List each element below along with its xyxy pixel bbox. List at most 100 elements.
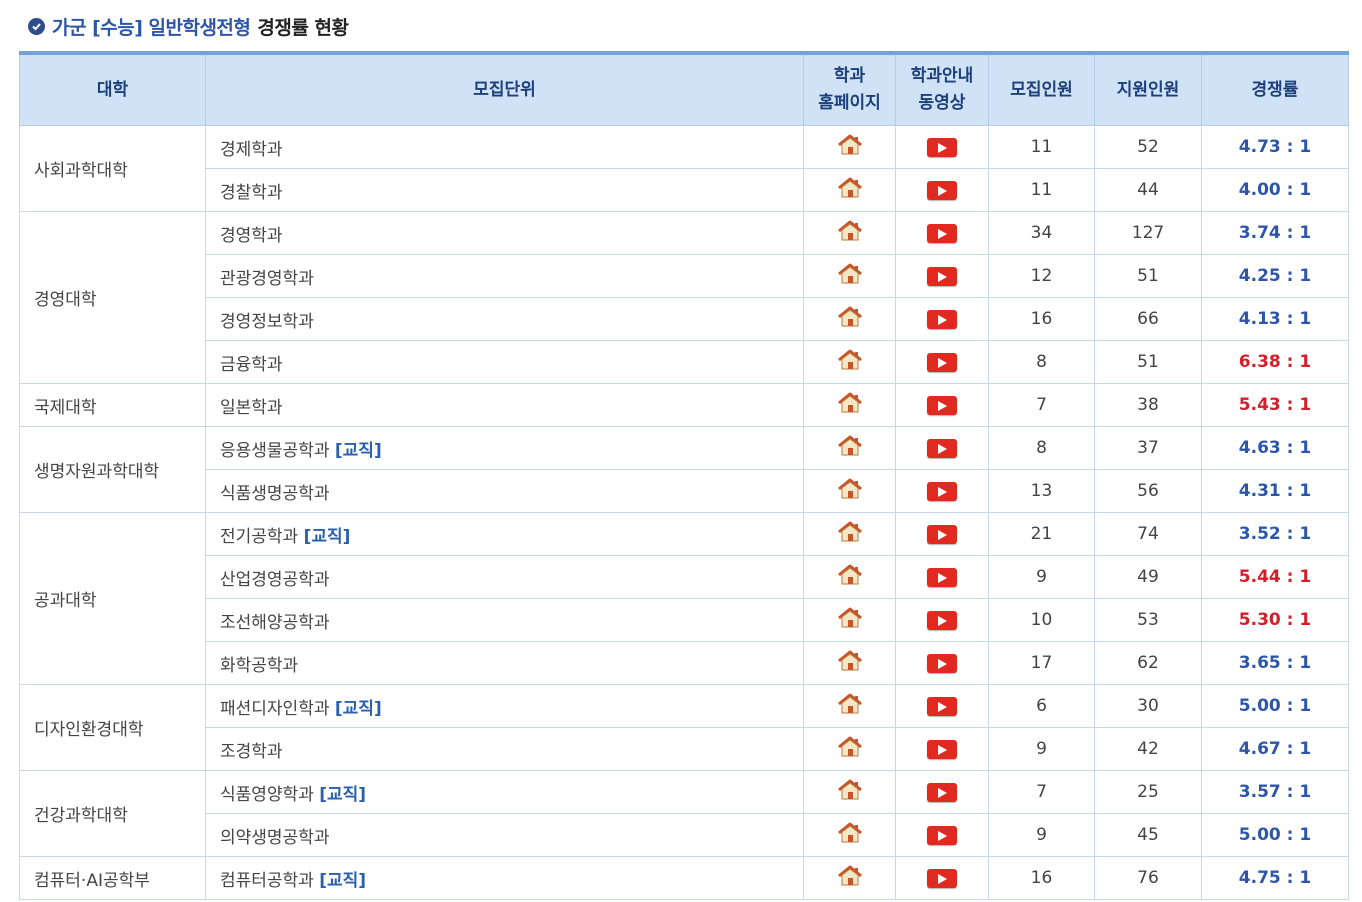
table-row: 사회과학대학 경제학과 11 52 4.73 : 1 bbox=[19, 125, 1349, 212]
teaching-tag: [교직] bbox=[334, 440, 382, 461]
quota-cell: 12 bbox=[988, 254, 1095, 298]
unit-cell: 조경학과 bbox=[205, 727, 804, 771]
homepage-cell bbox=[803, 813, 896, 857]
teaching-tag: [교직] bbox=[319, 870, 367, 891]
home-icon[interactable] bbox=[837, 564, 863, 591]
home-icon[interactable] bbox=[837, 134, 863, 161]
header-video-line1: 학과안내 bbox=[910, 66, 974, 86]
table-row: 생명자원과학대학 응용생물공학과 [교직] 8 37 4.63 : 1 bbox=[19, 426, 1349, 513]
applicants-cell: 62 bbox=[1094, 641, 1202, 685]
home-icon[interactable] bbox=[837, 306, 863, 333]
unit-name: 경영학과 bbox=[220, 225, 283, 246]
teaching-tag: [교직] bbox=[334, 698, 382, 719]
rate-cell: 4.73 : 1 bbox=[1201, 125, 1349, 169]
home-icon[interactable] bbox=[837, 521, 863, 548]
video-play-icon[interactable] bbox=[927, 137, 957, 157]
table-row: 의약생명공학과 9 45 5.00 : 1 bbox=[20, 813, 1349, 857]
homepage-cell bbox=[803, 856, 896, 900]
video-cell bbox=[895, 426, 989, 470]
homepage-cell bbox=[803, 297, 896, 341]
home-icon[interactable] bbox=[837, 607, 863, 634]
college-cell: 공과대학 bbox=[19, 512, 206, 685]
video-play-icon[interactable] bbox=[927, 567, 957, 587]
video-play-icon[interactable] bbox=[927, 180, 957, 200]
table-row: 경영대학 경영학과 34 127 3.74 : 1 bbox=[19, 211, 1349, 384]
quota-cell: 8 bbox=[988, 426, 1095, 470]
unit-cell: 관광경영학과 bbox=[205, 254, 804, 298]
home-icon[interactable] bbox=[837, 822, 863, 849]
homepage-cell bbox=[803, 383, 896, 427]
video-play-icon[interactable] bbox=[927, 696, 957, 716]
rate-cell: 4.00 : 1 bbox=[1201, 168, 1349, 212]
applicants-cell: 76 bbox=[1094, 856, 1202, 900]
unit-name: 일본학과 bbox=[220, 397, 283, 418]
applicants-cell: 52 bbox=[1094, 125, 1202, 169]
title-suffix: 경쟁률 현황 bbox=[257, 16, 349, 39]
homepage-cell bbox=[803, 168, 896, 212]
header-rate: 경쟁률 bbox=[1201, 52, 1349, 126]
video-play-icon[interactable] bbox=[927, 223, 957, 243]
unit-name: 의약생명공학과 bbox=[220, 827, 330, 848]
quota-cell: 11 bbox=[988, 125, 1095, 169]
home-icon[interactable] bbox=[837, 478, 863, 505]
table-row: 경영정보학과 16 66 4.13 : 1 bbox=[20, 297, 1349, 341]
home-icon[interactable] bbox=[837, 435, 863, 462]
rate-cell: 6.38 : 1 bbox=[1201, 340, 1349, 384]
unit-name: 응용생물공학과 bbox=[220, 440, 330, 461]
video-cell bbox=[895, 770, 989, 814]
video-play-icon[interactable] bbox=[927, 395, 957, 415]
check-circle-icon bbox=[28, 17, 45, 35]
teaching-tag: [교직] bbox=[303, 526, 351, 547]
quota-cell: 9 bbox=[988, 727, 1095, 771]
video-play-icon[interactable] bbox=[927, 524, 957, 544]
video-play-icon[interactable] bbox=[927, 309, 957, 329]
college-cell: 경영대학 bbox=[19, 211, 206, 384]
unit-cell: 금융학과 bbox=[205, 340, 804, 384]
unit-name: 패션디자인학과 bbox=[220, 698, 330, 719]
table-row: 조경학과 9 42 4.67 : 1 bbox=[20, 727, 1349, 771]
home-icon[interactable] bbox=[837, 349, 863, 376]
homepage-cell bbox=[803, 512, 896, 556]
home-icon[interactable] bbox=[837, 736, 863, 763]
home-icon[interactable] bbox=[837, 263, 863, 290]
college-cell: 사회과학대학 bbox=[19, 125, 206, 212]
rate-cell: 4.75 : 1 bbox=[1201, 856, 1349, 900]
homepage-cell bbox=[803, 340, 896, 384]
unit-cell: 경찰학과 bbox=[205, 168, 804, 212]
home-icon[interactable] bbox=[837, 779, 863, 806]
video-play-icon[interactable] bbox=[927, 782, 957, 802]
video-play-icon[interactable] bbox=[927, 868, 957, 888]
table-row: 공과대학 전기공학과 [교직] 21 74 3.52 : 1 bbox=[19, 512, 1349, 685]
unit-name: 경찰학과 bbox=[220, 182, 283, 203]
video-play-icon[interactable] bbox=[927, 352, 957, 372]
header-unit: 모집단위 bbox=[205, 52, 804, 126]
header-video-line2: 동영상 bbox=[918, 93, 966, 113]
home-icon[interactable] bbox=[837, 177, 863, 204]
video-play-icon[interactable] bbox=[927, 438, 957, 458]
video-cell bbox=[895, 727, 989, 771]
quota-cell: 16 bbox=[988, 297, 1095, 341]
home-icon[interactable] bbox=[837, 693, 863, 720]
home-icon[interactable] bbox=[837, 220, 863, 247]
quota-cell: 6 bbox=[988, 684, 1095, 728]
unit-name: 식품생명공학과 bbox=[220, 483, 330, 504]
home-icon[interactable] bbox=[837, 392, 863, 419]
applicants-cell: 25 bbox=[1094, 770, 1202, 814]
header-homepage-line1: 학과 bbox=[833, 66, 866, 86]
rate-cell: 3.52 : 1 bbox=[1201, 512, 1349, 556]
header-homepage-line2: 홈페이지 bbox=[818, 93, 881, 113]
video-play-icon[interactable] bbox=[927, 825, 957, 845]
rate-cell: 5.30 : 1 bbox=[1201, 598, 1349, 642]
home-icon[interactable] bbox=[837, 650, 863, 677]
video-play-icon[interactable] bbox=[927, 266, 957, 286]
quota-cell: 9 bbox=[988, 555, 1095, 599]
video-play-icon[interactable] bbox=[927, 481, 957, 501]
applicants-cell: 56 bbox=[1094, 469, 1202, 513]
rate-cell: 4.13 : 1 bbox=[1201, 297, 1349, 341]
video-play-icon[interactable] bbox=[927, 653, 957, 673]
video-play-icon[interactable] bbox=[927, 739, 957, 759]
rate-cell: 4.63 : 1 bbox=[1201, 426, 1349, 470]
applicants-cell: 30 bbox=[1094, 684, 1202, 728]
video-play-icon[interactable] bbox=[927, 610, 957, 630]
home-icon[interactable] bbox=[837, 865, 863, 892]
